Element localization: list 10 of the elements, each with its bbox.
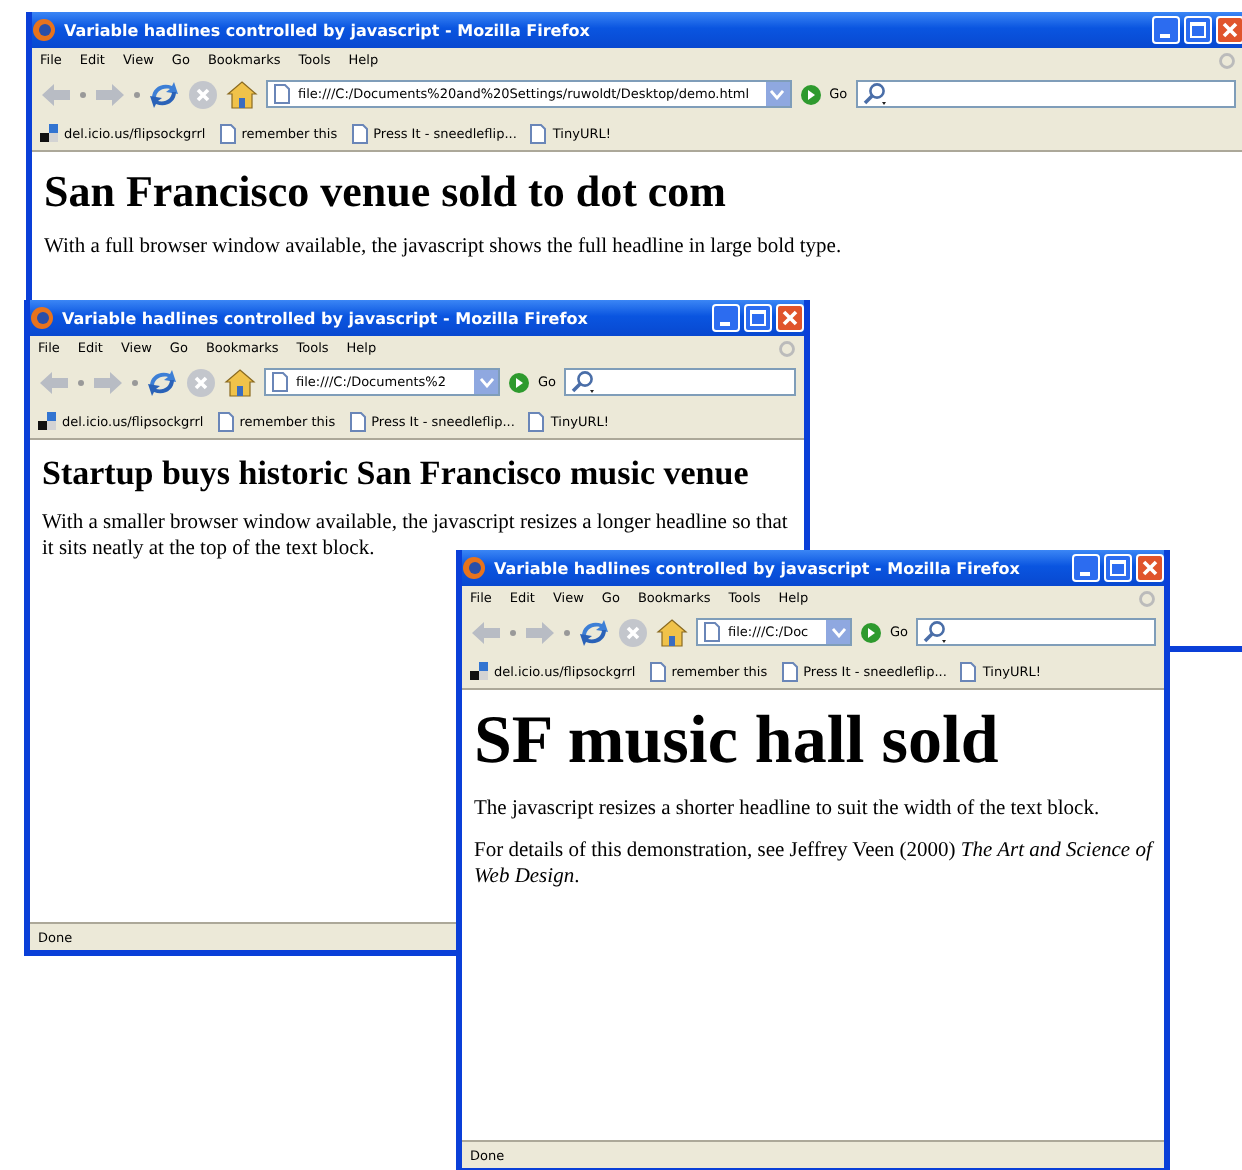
headline: San Francisco venue sold to dot com xyxy=(44,166,728,218)
window-title: Variable hadlines controlled by javascript - Mozilla Firefox xyxy=(494,559,1020,577)
paragraph: The javascript resizes a shorter headline to suit the width of the text block. xyxy=(474,796,1102,823)
headline: Startup buys historic San Francisco music venue xyxy=(42,454,751,494)
window-title: Variable hadlines controlled by javascript - Mozilla Firefox xyxy=(62,309,588,327)
paragraph: With a smaller browser window available, the javascript resizes a longer headline so that it sits neatly at the top of the text block. xyxy=(42,510,790,561)
window-title: Variable hadlines controlled by javascript - Mozilla Firefox xyxy=(64,21,590,39)
paragraph: For details of this demonstration, see Jeffrey Veen (2000) The Art and Science of Web Design. xyxy=(474,838,1152,891)
paragraph: With a full browser window available, the javascript shows the full headline in large bold type. xyxy=(44,234,844,261)
headline: SF music hall sold xyxy=(474,704,1001,780)
